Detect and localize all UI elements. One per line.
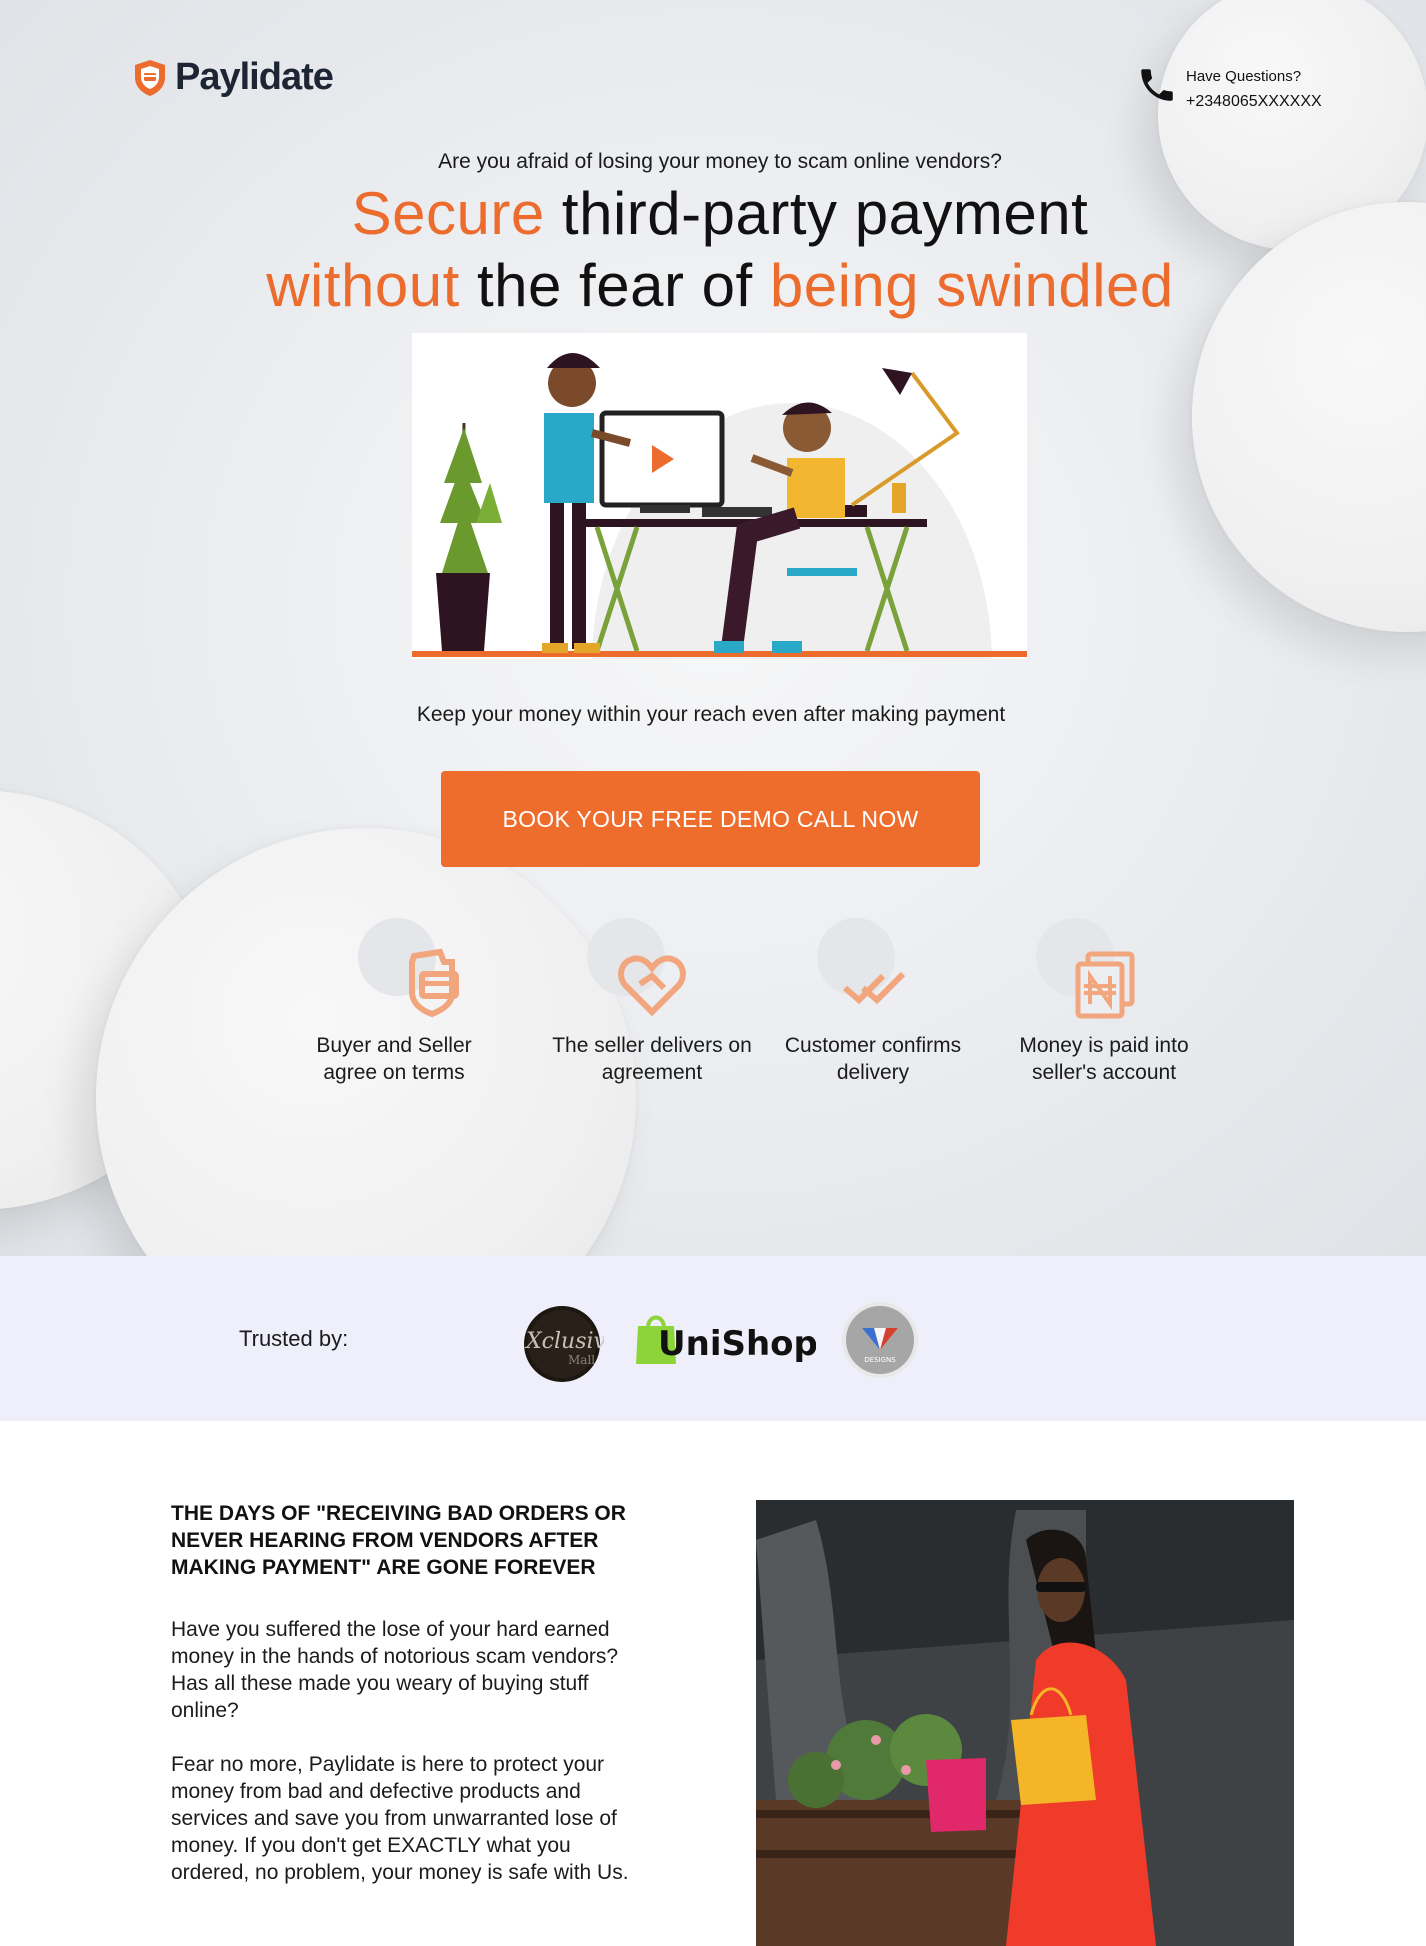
section-paragraph-1: Have you suffered the lose of your hard …: [171, 1618, 619, 1722]
step-label: The seller delivers on agreement: [552, 1034, 752, 1084]
shield-logo-icon: [135, 59, 165, 96]
hero-subline: Keep your money within your reach even a…: [416, 703, 1006, 726]
section-title: THE DAYS OF "RECEIVING BAD ORDERS OR NEV…: [171, 1502, 626, 1579]
contact-phone[interactable]: +2348065XXXXXX: [1186, 89, 1322, 114]
phone-icon: [1141, 69, 1173, 101]
svg-text:Mall: Mall: [568, 1353, 595, 1367]
double-check-icon: [843, 971, 906, 1005]
headline-highlight: Secure: [351, 180, 545, 247]
headline-text: the fear of: [459, 252, 770, 319]
contact-label: Have Questions?: [1186, 68, 1302, 85]
step-label: Money is paid into seller's account: [1019, 1034, 1189, 1084]
svg-text:UniShop: UniShop: [658, 1324, 816, 1364]
trusted-by-section: Trusted by: Xclusive Mall UniShop DESIGN…: [0, 1256, 1426, 1421]
unishop-logo: UniShop: [636, 1315, 816, 1364]
step-label: Customer confirms delivery: [784, 1034, 962, 1084]
book-demo-button[interactable]: BOOK YOUR FREE DEMO CALL NOW: [441, 771, 980, 867]
shopping-woman-photo: [756, 1500, 1294, 1946]
headline-line-2: without the fear of being swindled: [0, 250, 1426, 322]
xclusive-mall-logo: Xclusive Mall: [524, 1306, 604, 1382]
handshake-heart-icon: [618, 955, 686, 1017]
contact-block: Have Questions? +2348065XXXXXX: [1136, 64, 1322, 114]
headline-highlight: without: [266, 252, 460, 319]
trusted-label: Trusted by:: [239, 1326, 349, 1351]
step-label: Buyer and Seller agree on terms: [316, 1034, 472, 1084]
hero-question: Are you afraid of losing your money to s…: [438, 150, 1002, 173]
headline-highlight: being swindled: [769, 252, 1174, 319]
svg-text:DESIGNS: DESIGNS: [864, 1356, 896, 1364]
naira-documents-icon: [1075, 951, 1135, 1019]
brand-name: Paylidate: [175, 56, 334, 98]
designs-logo: DESIGNS: [842, 1302, 918, 1378]
section-paragraph-2: Fear no more, Paylidate is here to prote…: [171, 1753, 629, 1884]
hero-section: Paylidate Have Questions? +2348065XXXXXX…: [0, 0, 1426, 1256]
headline-line-1: Secure third-party payment: [0, 178, 1426, 250]
headline-text: third-party payment: [544, 180, 1089, 247]
svg-text:Xclusive: Xclusive: [524, 1329, 604, 1354]
hero-illustration: [412, 333, 1027, 659]
shield-card-icon: [409, 948, 459, 1018]
brand-logo[interactable]: Paylidate: [133, 56, 334, 99]
